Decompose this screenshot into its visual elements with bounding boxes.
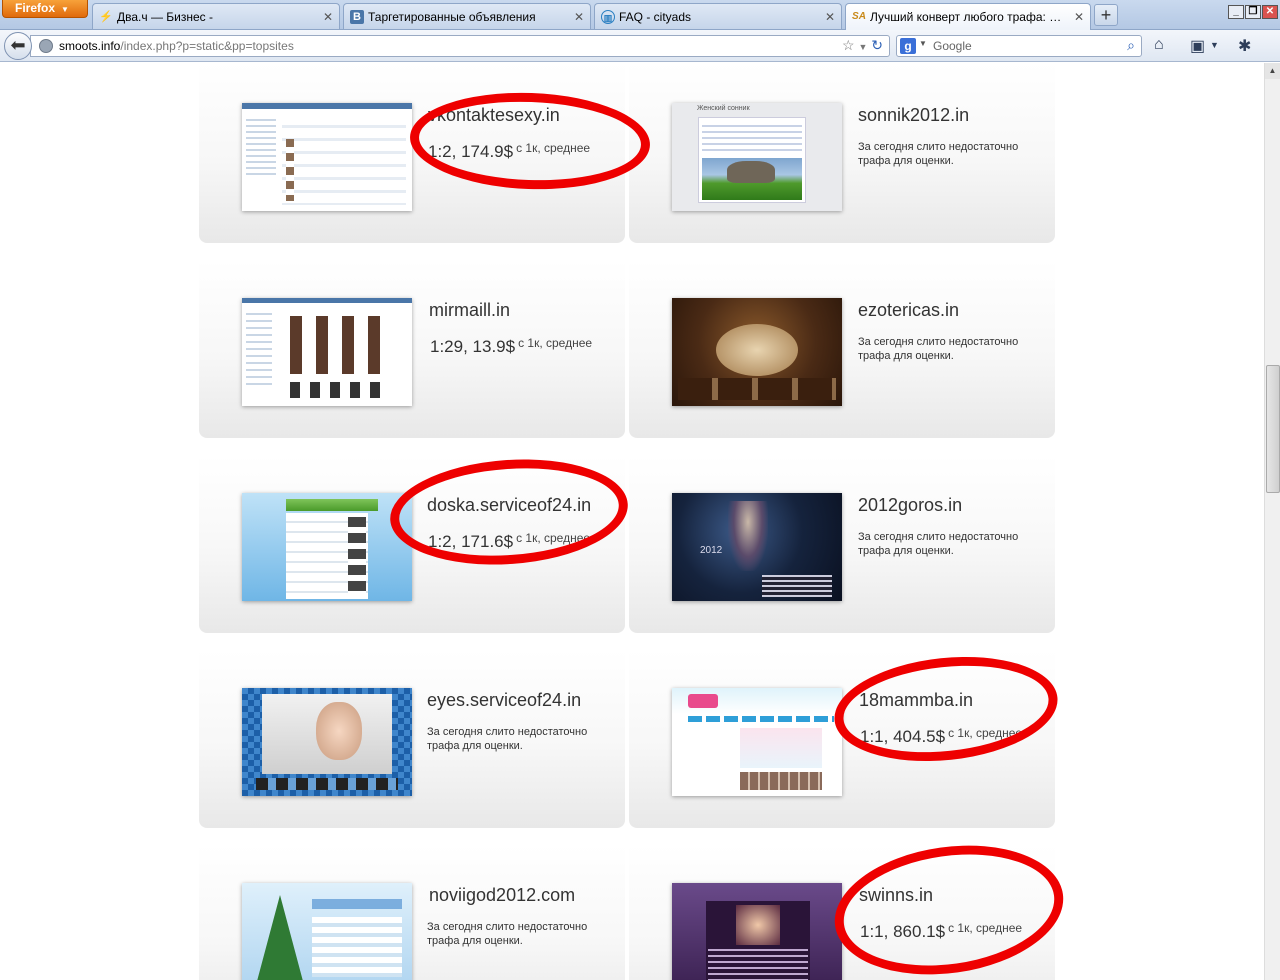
tab-dvach[interactable]: ⚡ Два.ч — Бизнес - ✕ [92,3,340,29]
lightning-icon: ⚡ [99,11,113,23]
sa-icon: SA [852,11,866,22]
scroll-up-icon[interactable]: ▲ [1265,63,1280,79]
url-bar[interactable]: smoots.info/index.php?p=static&pp=topsit… [30,35,890,57]
site-name[interactable]: 2012goros.in [858,495,962,516]
vk-icon: B [350,10,364,24]
thumbnail-title: Женский сонник [697,105,750,112]
page-viewport: vkontaktesexy.in 1:2, 174.9$ с 1к, средне… [0,63,1264,980]
site-name[interactable]: mirmaill.in [429,300,510,321]
url-host: smoots.info [59,39,121,53]
addon-icon[interactable]: ✱ [1238,36,1251,56]
tab-vk-ads[interactable]: B Таргетированные объявления ✕ [343,3,591,29]
site-thumbnail[interactable] [242,298,412,406]
globe-icon [39,39,53,53]
back-arrow-icon: ⬅ [10,35,26,55]
url-path: /index.php?p=static&pp=topsites [120,39,294,53]
site-thumbnail[interactable] [242,493,412,601]
site-thumbnail[interactable] [672,883,842,980]
window-controls: _ ❐ ✕ [1227,1,1278,19]
title-bar: Firefox ▼ ⚡ Два.ч — Бизнес - ✕ B Таргетир… [0,0,1280,31]
close-icon[interactable]: ✕ [1074,10,1084,24]
navigation-toolbar: smoots.info/index.php?p=static&pp=topsit… [0,30,1280,62]
new-tab-button[interactable]: + [1094,4,1118,26]
site-thumbnail[interactable] [672,688,842,796]
minimize-icon[interactable]: _ [1228,5,1244,19]
firefox-menu-button[interactable]: Firefox ▼ [2,0,88,18]
site-note: За сегодня слито недостаточно трафа для … [858,141,1019,167]
site-name[interactable]: ezotericas.in [858,300,959,321]
close-icon[interactable]: ✕ [825,10,835,24]
site-thumbnail[interactable] [242,883,412,980]
scrollbar-thumb[interactable] [1266,365,1280,493]
chevron-down-icon[interactable]: ▼ [1210,40,1219,50]
chart-icon: ▥ [601,10,615,24]
search-placeholder: Google [933,39,972,53]
dropdown-arrow-icon[interactable]: ▼ [858,42,867,52]
site-note: За сегодня слито недостаточно трафа для … [858,531,1019,557]
site-note: За сегодня слито недостаточно трафа для … [427,921,588,947]
site-note: За сегодня слито недостаточно трафа для … [858,336,1019,362]
firefox-menu-label: Firefox [15,1,56,15]
close-icon[interactable]: ✕ [574,10,584,24]
site-rate: 1:29, 13.9$ с 1к, среднее [430,336,592,357]
maximize-icon[interactable]: ❐ [1245,5,1261,19]
google-icon: g [900,38,916,54]
tab-title: FAQ - cityads [619,10,692,24]
search-icon[interactable]: ⌕ [1127,37,1135,54]
site-thumbnail[interactable]: 2012 [672,493,842,601]
site-name[interactable]: eyes.serviceof24.in [427,690,581,711]
home-icon[interactable]: ⌂ [1154,36,1164,54]
site-thumbnail[interactable] [672,298,842,406]
thumbnail-text: 2012 [700,545,723,556]
search-bar[interactable]: g ▼ Google ⌕ [896,35,1142,57]
close-window-icon[interactable]: ✕ [1262,5,1278,19]
site-note: За сегодня слито недостаточно трафа для … [427,726,588,752]
chevron-down-icon[interactable]: ▼ [919,39,927,48]
reload-icon[interactable]: ↻ [871,37,883,53]
site-thumbnail[interactable]: Женский сонник [672,103,842,211]
tab-title: Лучший конверт любого трафа: Smoots [870,10,1066,24]
rate-value: 1:29, 13.9$ [430,337,516,356]
tab-cityads[interactable]: ▥ FAQ - cityads ✕ [594,3,842,29]
chevron-down-icon: ▼ [61,5,69,14]
site-thumbnail[interactable] [242,103,412,211]
tab-smoots[interactable]: SA Лучший конверт любого трафа: Smoots ✕ [845,3,1091,31]
bookmark-star-icon[interactable]: ☆ [842,37,855,53]
back-button[interactable]: ⬅ [4,32,32,60]
vertical-scrollbar[interactable]: ▲ [1264,63,1280,980]
close-icon[interactable]: ✕ [323,10,333,24]
site-thumbnail[interactable] [242,688,412,796]
tab-title: Два.ч — Бизнес - [117,10,214,24]
tab-title: Таргетированные объявления [368,10,536,24]
bookmarks-icon[interactable]: ▣ [1190,36,1205,56]
site-name[interactable]: noviigod2012.com [429,885,575,906]
site-name[interactable]: sonnik2012.in [858,105,969,126]
rate-subtitle: с 1к, среднее [518,336,593,350]
